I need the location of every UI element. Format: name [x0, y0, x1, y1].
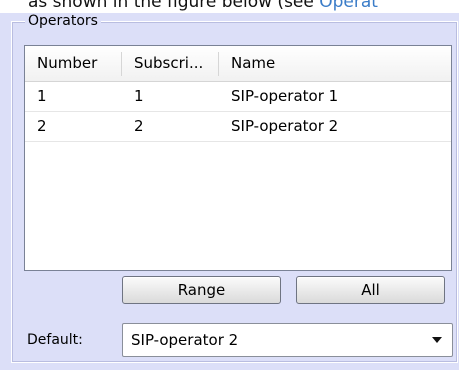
- range-button[interactable]: Range: [122, 276, 281, 304]
- cell-number: 2: [37, 117, 47, 135]
- column-header-label: Name: [231, 54, 276, 72]
- group-title: Operators: [25, 13, 101, 29]
- column-header-label: Number: [37, 54, 98, 72]
- all-button[interactable]: All: [296, 276, 445, 304]
- cell-name: SIP-operator 1: [231, 87, 339, 105]
- column-header-number[interactable]: Number: [25, 46, 122, 81]
- cell-number: 1: [37, 87, 47, 105]
- table-row[interactable]: 1 1 SIP-operator 1: [25, 82, 451, 112]
- default-label: Default:: [27, 332, 83, 348]
- cell-name: SIP-operator 2: [231, 117, 339, 135]
- operators-panel: Operators Number Subscri... Name 1 1 SIP…: [0, 13, 459, 370]
- caption-text: as shown in the figure below (see Operat: [28, 0, 459, 13]
- default-operator-select[interactable]: SIP-operator 2: [122, 323, 453, 357]
- column-header-subscriber[interactable]: Subscri...: [122, 46, 219, 81]
- operators-list[interactable]: Number Subscri... Name 1 1 SIP-operator …: [24, 45, 452, 271]
- caption-prefix: as shown in the figure below (see: [28, 0, 320, 12]
- chevron-down-icon[interactable]: [432, 337, 442, 343]
- table-row[interactable]: 2 2 SIP-operator 2: [25, 112, 451, 142]
- column-header-label: Subscri...: [134, 54, 204, 72]
- caption-link[interactable]: Operat: [319, 0, 378, 12]
- cell-subscriber: 1: [134, 87, 144, 105]
- cell-subscriber: 2: [134, 117, 144, 135]
- column-header-name[interactable]: Name: [219, 46, 451, 81]
- default-operator-value: SIP-operator 2: [131, 331, 239, 349]
- list-header: Number Subscri... Name: [25, 46, 451, 82]
